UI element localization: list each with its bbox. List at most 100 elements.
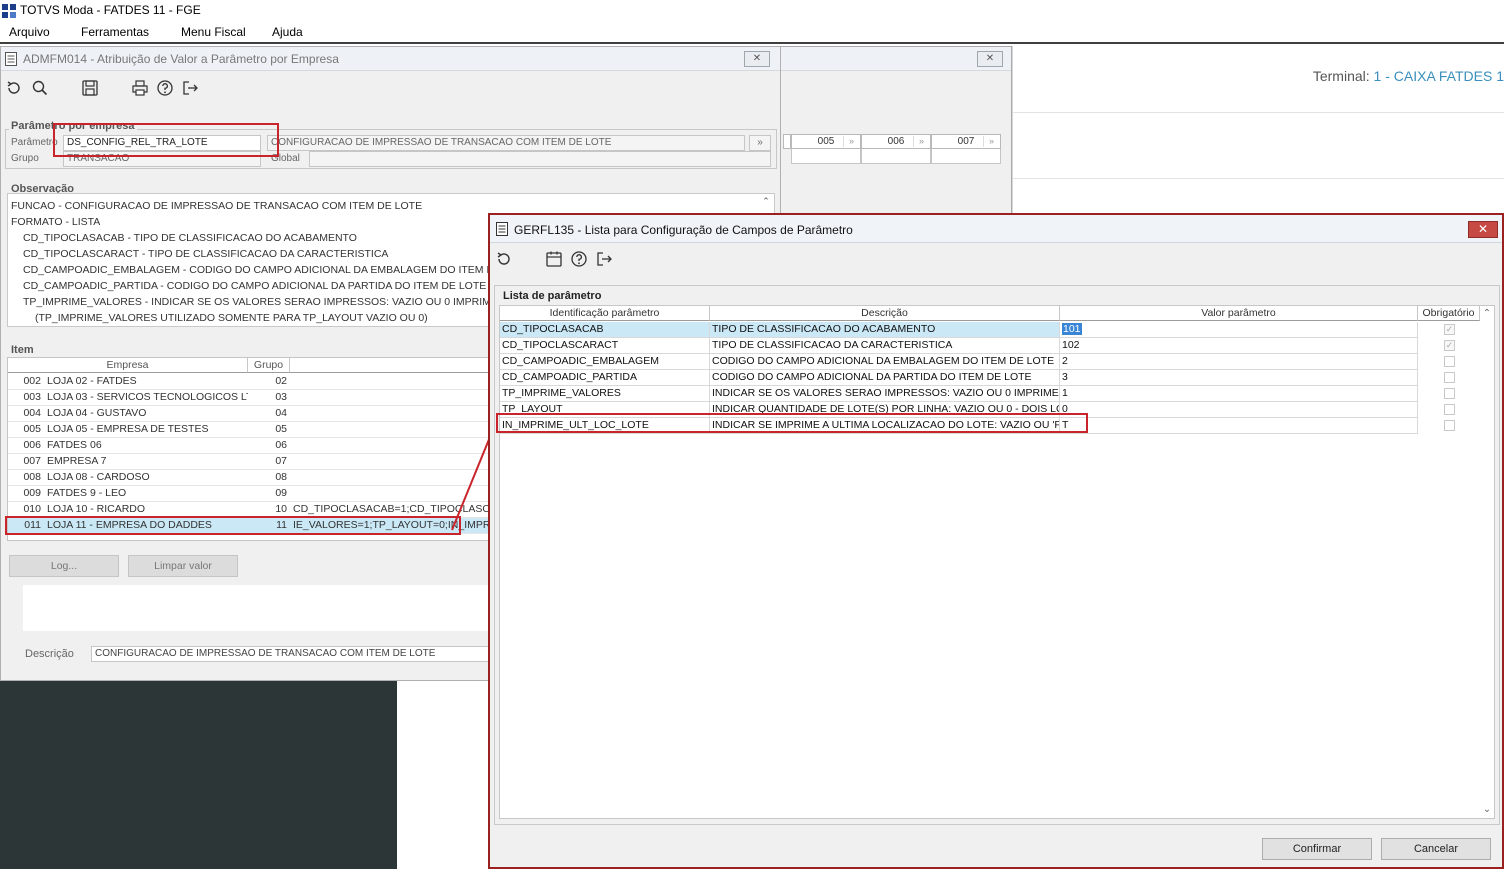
- vertical-scrollbar[interactable]: ⌃ ⌄: [1480, 306, 1494, 818]
- valor-input[interactable]: 0: [1060, 402, 1418, 418]
- identificacao-cell: CD_CAMPOADIC_EMBALAGEM: [500, 354, 710, 370]
- grupo-cell: 09: [248, 486, 290, 502]
- refresh-icon[interactable]: [5, 79, 25, 99]
- valor-input[interactable]: 1: [1060, 386, 1418, 402]
- terminal-panel: Terminal: 1 - CAIXA FATDES 1: [1012, 46, 1504, 214]
- column-label: 006: [887, 136, 905, 147]
- background-panel: [0, 681, 397, 869]
- column-label: 007: [957, 136, 975, 147]
- cancelar-button[interactable]: Cancelar: [1381, 838, 1491, 860]
- table-row[interactable]: CD_CAMPOADIC_PARTIDA CODIGO DO CAMPO ADIC…: [500, 370, 1418, 386]
- empresa-name: LOJA 08 - CARDOSO: [44, 470, 248, 486]
- section-title: Item: [9, 344, 36, 356]
- parametro-grid: Identificação parâmetro Descrição Valor …: [499, 305, 1495, 819]
- column-header-007[interactable]: 007 »: [931, 134, 1001, 149]
- column-header-empresa[interactable]: Empresa: [8, 358, 248, 373]
- obrigatorio-checkbox[interactable]: ✓: [1444, 324, 1455, 335]
- column-value[interactable]: [791, 149, 861, 164]
- secondary-window: ✕ 005 » 006 » 007 »: [780, 46, 1012, 216]
- window-title-bar: ✕: [781, 47, 1011, 71]
- empresa-code: 007: [8, 454, 44, 470]
- table-row[interactable]: CD_TIPOCLASACAB TIPO DE CLASSIFICACAO DO …: [500, 322, 1418, 338]
- descricao-field: CONFIGURACAO DE IMPRESSAO DE TRANSACAO C…: [91, 646, 491, 662]
- close-window-button[interactable]: ✕: [744, 51, 770, 67]
- identificacao-cell: CD_CAMPOADIC_PARTIDA: [500, 370, 710, 386]
- dialog-title: GERFL135 - Lista para Configuração de Ca…: [514, 223, 853, 237]
- lookup-icon[interactable]: »: [913, 136, 929, 147]
- limpar-valor-button[interactable]: Limpar valor: [128, 555, 238, 577]
- help-icon[interactable]: [570, 250, 590, 270]
- app-title-bar: TOTVS Moda - FATDES 11 - FGE: [0, 0, 1504, 22]
- column-header-identificacao[interactable]: Identificação parâmetro: [500, 306, 710, 321]
- window-title-bar: ADMFM014 - Atribuição de Valor a Parâmet…: [1, 47, 780, 71]
- valor-input[interactable]: 102: [1060, 338, 1418, 354]
- close-window-button[interactable]: ✕: [977, 51, 1003, 67]
- parametro-description-field: CONFIGURACAO DE IMPRESSAO DE TRANSACAO C…: [267, 135, 745, 151]
- identificacao-cell: TP_IMPRIME_VALORES: [500, 386, 710, 402]
- obrigatorio-checkbox[interactable]: ✓: [1444, 340, 1455, 351]
- valor-input[interactable]: 3: [1060, 370, 1418, 386]
- column-header-grupo[interactable]: Grupo: [248, 358, 290, 373]
- lookup-icon[interactable]: »: [843, 136, 859, 147]
- obs-line: (TP_IMPRIME_VALORES UTILIZADO SOMENTE PA…: [35, 312, 428, 324]
- table-row[interactable]: CD_TIPOCLASCARACT TIPO DE CLASSIFICACAO D…: [500, 338, 1418, 354]
- grupo-cell: 06: [248, 438, 290, 454]
- exit-icon[interactable]: [181, 79, 201, 99]
- column-value[interactable]: [931, 149, 1001, 164]
- refresh-icon[interactable]: [495, 250, 515, 270]
- table-row[interactable]: TP_IMPRIME_VALORES INDICAR SE OS VALORES …: [500, 386, 1418, 402]
- print-icon[interactable]: [131, 79, 151, 99]
- global-field: [309, 151, 771, 167]
- highlight-box: [53, 123, 279, 157]
- help-icon[interactable]: [156, 79, 176, 99]
- totvs-logo-icon: [2, 4, 16, 18]
- scroll-up-icon[interactable]: ⌃: [1480, 308, 1494, 320]
- obs-line: FUNCAO - CONFIGURACAO DE IMPRESSAO DE TR…: [11, 200, 423, 212]
- column-header-obrigatorio[interactable]: Obrigatório: [1418, 306, 1480, 321]
- column-header-descricao[interactable]: Descrição: [710, 306, 1060, 321]
- valor-text: 2: [1062, 355, 1068, 367]
- scroll-down-icon[interactable]: ⌄: [1480, 804, 1494, 816]
- column-value[interactable]: [861, 149, 931, 164]
- parametro-label: Parâmetro: [11, 137, 58, 148]
- obs-line: FORMATO - LISTA: [11, 216, 101, 228]
- valor-input[interactable]: 101: [1060, 322, 1418, 338]
- column-header-valor[interactable]: Valor parâmetro: [1060, 306, 1418, 321]
- column-header-006[interactable]: 006 »: [861, 134, 931, 149]
- lookup-icon[interactable]: »: [749, 135, 771, 151]
- terminal-value: 1 - CAIXA FATDES 1: [1373, 68, 1504, 84]
- save-icon[interactable]: [81, 79, 101, 99]
- descricao-cell: TIPO DE CLASSIFICACAO DA CARACTERISTICA: [710, 338, 1060, 354]
- empresa-code: 005: [8, 422, 44, 438]
- obrigatorio-checkbox[interactable]: [1444, 372, 1455, 383]
- log-button[interactable]: Log...: [9, 555, 119, 577]
- obrigatorio-checkbox[interactable]: [1444, 404, 1455, 415]
- terminal-label: Terminal: 1 - CAIXA FATDES 1: [1313, 68, 1504, 84]
- exit-icon[interactable]: [595, 250, 615, 270]
- obs-line: CD_TIPOCLASCARACT - TIPO DE CLASSIFICACA…: [23, 248, 389, 260]
- scroll-up-icon[interactable]: ⌃: [760, 196, 772, 208]
- obrigatorio-checkbox[interactable]: [1444, 388, 1455, 399]
- menu-ajuda[interactable]: Ajuda: [272, 25, 303, 39]
- grupo-label: Grupo: [11, 153, 39, 164]
- gerfl135-dialog: GERFL135 - Lista para Configuração de Ca…: [488, 213, 1504, 869]
- menu-arquivo[interactable]: Arquivo: [9, 25, 50, 39]
- search-icon[interactable]: [31, 79, 51, 99]
- obrigatorio-checkbox[interactable]: [1444, 420, 1455, 431]
- empresa-code: 003: [8, 390, 44, 406]
- obrigatorio-checkbox[interactable]: [1444, 356, 1455, 367]
- confirmar-button[interactable]: Confirmar: [1262, 838, 1372, 860]
- column-header-005[interactable]: 005 »: [791, 134, 861, 149]
- valor-text: 102: [1062, 339, 1080, 351]
- obs-line: CD_CAMPOADIC_PARTIDA - CODIGO DO CAMPO A…: [23, 280, 487, 292]
- lookup-icon[interactable]: »: [983, 136, 999, 147]
- app-title: TOTVS Moda - FATDES 11 - FGE: [20, 3, 201, 17]
- valor-input[interactable]: 2: [1060, 354, 1418, 370]
- table-row[interactable]: CD_CAMPOADIC_EMBALAGEM CODIGO DO CAMPO AD…: [500, 354, 1418, 370]
- close-dialog-button[interactable]: ✕: [1468, 221, 1498, 238]
- calendar-icon[interactable]: [545, 250, 565, 270]
- menu-ferramentas[interactable]: Ferramentas: [81, 25, 149, 39]
- valor-input[interactable]: T: [1060, 418, 1418, 434]
- section-title: Lista de parâmetro: [503, 290, 602, 302]
- menu-fiscal[interactable]: Menu Fiscal: [181, 25, 246, 39]
